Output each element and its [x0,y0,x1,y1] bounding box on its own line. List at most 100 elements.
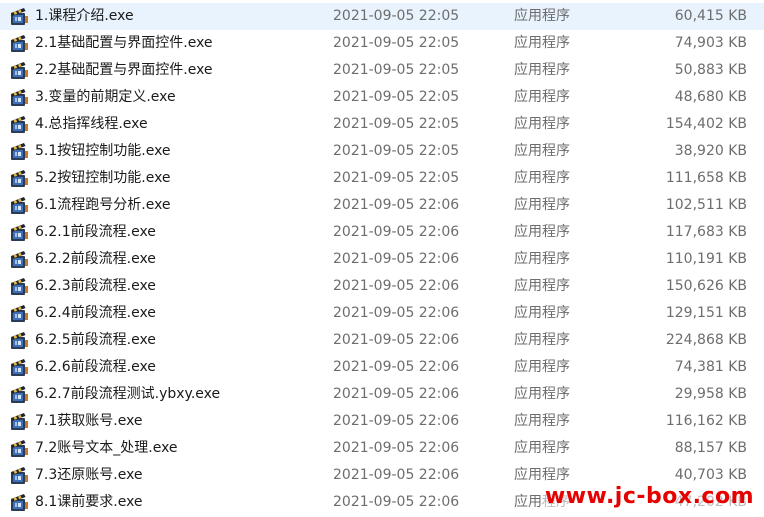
video-clapperboard-icon [10,493,29,512]
file-row[interactable]: 6.2.6前段流程.exe 2021-09-05 22:06 应用程序 74,381 … [0,354,764,381]
file-type: 应用程序 [514,386,570,402]
video-clapperboard-icon [10,277,29,296]
video-clapperboard-icon [10,250,29,269]
file-type: 应用程序 [514,143,570,159]
file-size: 102,511 KB [665,197,747,213]
file-type: 应用程序 [514,116,570,132]
file-size: 88,157 KB [674,440,747,456]
file-date: 2021-09-05 22:05 [333,170,460,186]
video-clapperboard-icon [10,169,29,188]
file-name[interactable]: 6.2.7前段流程测试.ybxy.exe [35,381,220,408]
file-type: 应用程序 [514,305,570,321]
file-size: 38,920 KB [674,143,747,159]
file-size: 117,683 KB [665,224,747,240]
video-clapperboard-icon [10,466,29,485]
video-clapperboard-icon [10,412,29,431]
file-date: 2021-09-05 22:06 [333,386,460,402]
file-date: 2021-09-05 22:06 [333,278,460,294]
file-date: 2021-09-05 22:05 [333,8,460,24]
file-type: 应用程序 [514,170,570,186]
file-name[interactable]: 8.1课前要求.exe [35,489,143,516]
file-size: 74,381 KB [674,359,747,375]
video-clapperboard-icon [10,304,29,323]
video-clapperboard-icon [10,439,29,458]
video-clapperboard-icon [10,223,29,242]
file-type: 应用程序 [514,413,570,429]
file-size: 224,868 KB [665,332,747,348]
file-size: 111,658 KB [665,170,747,186]
file-name[interactable]: 7.1获取账号.exe [35,408,143,435]
file-row[interactable]: 6.2.1前段流程.exe 2021-09-05 22:06 应用程序 117,683… [0,219,764,246]
file-row[interactable]: 7.1获取账号.exe 2021-09-05 22:06 应用程序 116,162 K… [0,408,764,435]
file-date: 2021-09-05 22:05 [333,143,460,159]
file-size: 150,626 KB [665,278,747,294]
file-name[interactable]: 6.2.4前段流程.exe [35,300,156,327]
file-name[interactable]: 4.总指挥线程.exe [35,111,148,138]
video-clapperboard-icon [10,331,29,350]
file-date: 2021-09-05 22:05 [333,89,460,105]
file-row[interactable]: 6.2.3前段流程.exe 2021-09-05 22:06 应用程序 150,626… [0,273,764,300]
file-row[interactable]: 6.2.2前段流程.exe 2021-09-05 22:06 应用程序 110,191… [0,246,764,273]
file-row[interactable]: 4.总指挥线程.exe 2021-09-05 22:05 应用程序 154,402 K… [0,111,764,138]
file-row[interactable]: 1.课程介绍.exe 2021-09-05 22:05 应用程序 60,415 KB [0,3,764,30]
file-type: 应用程序 [514,278,570,294]
file-date: 2021-09-05 22:06 [333,359,460,375]
video-clapperboard-icon [10,61,29,80]
file-list: 1.课程介绍.exe 2021-09-05 22:05 应用程序 60,415 KB 2… [0,3,764,516]
file-row[interactable]: 6.2.5前段流程.exe 2021-09-05 22:06 应用程序 224,868… [0,327,764,354]
file-row[interactable]: 5.1按钮控制功能.exe 2021-09-05 22:05 应用程序 38,920 … [0,138,764,165]
file-date: 2021-09-05 22:06 [333,251,460,267]
file-date: 2021-09-05 22:06 [333,197,460,213]
file-type: 应用程序 [514,62,570,78]
file-size: 60,415 KB [674,8,747,24]
file-type: 应用程序 [514,8,570,24]
file-row[interactable]: 7.2账号文本_处理.exe 2021-09-05 22:06 应用程序 88,157… [0,435,764,462]
video-clapperboard-icon [10,385,29,404]
file-type: 应用程序 [514,89,570,105]
file-name[interactable]: 6.2.2前段流程.exe [35,246,156,273]
video-clapperboard-icon [10,358,29,377]
file-date: 2021-09-05 22:06 [333,413,460,429]
file-size: 110,191 KB [665,251,747,267]
video-clapperboard-icon [10,115,29,134]
file-date: 2021-09-05 22:06 [333,467,460,483]
file-size: 154,402 KB [665,116,747,132]
file-row[interactable]: 6.2.4前段流程.exe 2021-09-05 22:06 应用程序 129,151… [0,300,764,327]
file-name[interactable]: 5.2按钮控制功能.exe [35,165,171,192]
file-name[interactable]: 6.1流程跑号分析.exe [35,192,171,219]
file-type: 应用程序 [514,251,570,267]
file-date: 2021-09-05 22:06 [333,332,460,348]
file-name[interactable]: 6.2.3前段流程.exe [35,273,156,300]
file-row[interactable]: 3.变量的前期定义.exe 2021-09-05 22:05 应用程序 48,680 … [0,84,764,111]
file-size: 129,151 KB [665,305,747,321]
file-name[interactable]: 6.2.1前段流程.exe [35,219,156,246]
file-type: 应用程序 [514,359,570,375]
file-name[interactable]: 5.1按钮控制功能.exe [35,138,171,165]
video-clapperboard-icon [10,34,29,53]
file-row[interactable]: 6.1流程跑号分析.exe 2021-09-05 22:06 应用程序 102,511… [0,192,764,219]
file-name[interactable]: 7.2账号文本_处理.exe [35,435,178,462]
file-name[interactable]: 2.2基础配置与界面控件.exe [35,57,213,84]
file-name[interactable]: 2.1基础配置与界面控件.exe [35,30,213,57]
file-name[interactable]: 1.课程介绍.exe [35,3,134,30]
video-clapperboard-icon [10,196,29,215]
file-size: 74,903 KB [674,35,747,51]
video-clapperboard-icon [10,88,29,107]
file-row[interactable]: 5.2按钮控制功能.exe 2021-09-05 22:05 应用程序 111,658… [0,165,764,192]
file-date: 2021-09-05 22:06 [333,224,460,240]
file-name[interactable]: 3.变量的前期定义.exe [35,84,176,111]
file-name[interactable]: 6.2.5前段流程.exe [35,327,156,354]
file-name[interactable]: 6.2.6前段流程.exe [35,354,156,381]
file-row[interactable]: 2.1基础配置与界面控件.exe 2021-09-05 22:05 应用程序 74,9… [0,30,764,57]
file-type: 应用程序 [514,440,570,456]
file-row[interactable]: 2.2基础配置与界面控件.exe 2021-09-05 22:05 应用程序 50,8… [0,57,764,84]
file-type: 应用程序 [514,332,570,348]
file-date: 2021-09-05 22:05 [333,62,460,78]
file-size: 48,680 KB [674,89,747,105]
file-size: 116,162 KB [665,413,747,429]
video-clapperboard-icon [10,142,29,161]
file-name[interactable]: 7.3还原账号.exe [35,462,143,489]
file-date: 2021-09-05 22:05 [333,116,460,132]
file-row[interactable]: 6.2.7前段流程测试.ybxy.exe 2021-09-05 22:06 应用程序… [0,381,764,408]
file-size: 29,958 KB [674,386,747,402]
